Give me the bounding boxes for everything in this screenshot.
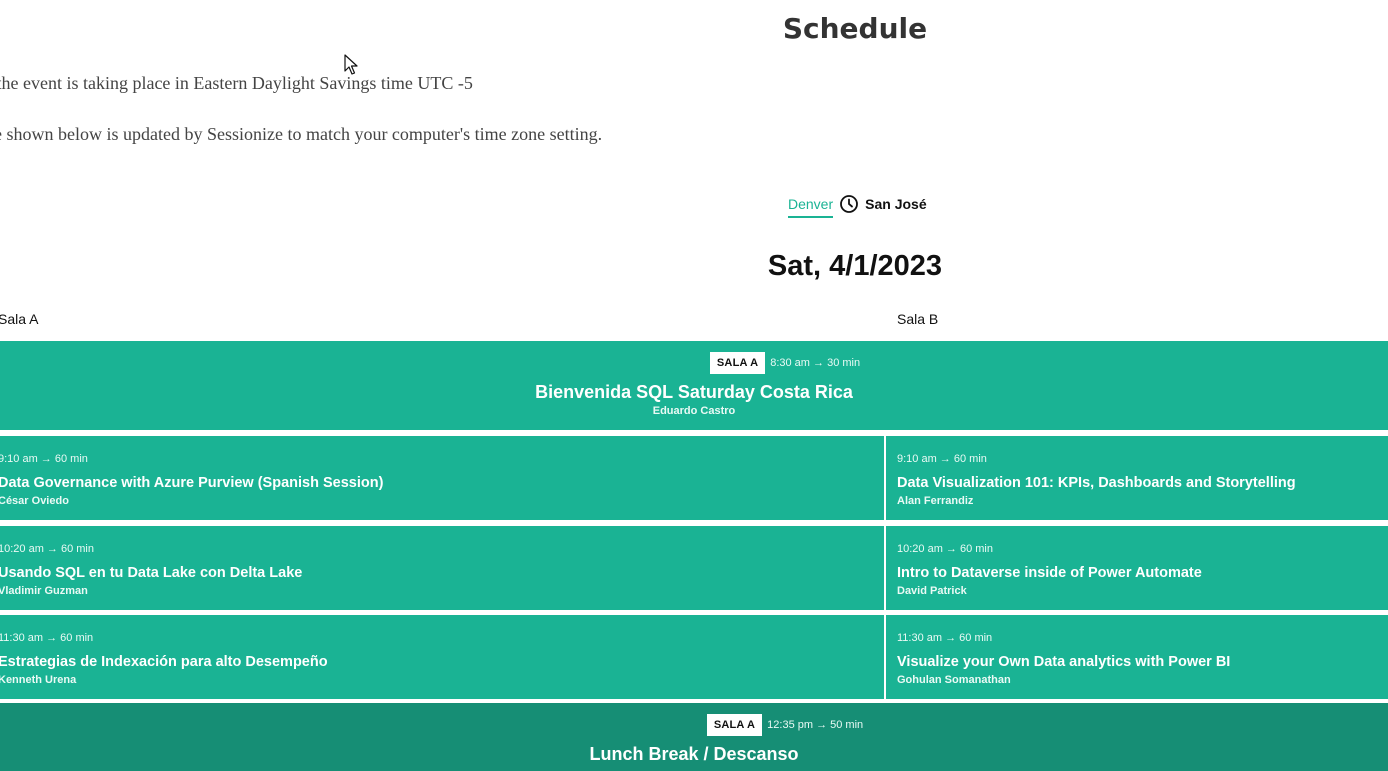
- session-title: Intro to Dataverse inside of Power Autom…: [897, 565, 1202, 581]
- session-b1[interactable]: 9:10 am → 60 min Data Visualization 101:…: [886, 436, 1388, 520]
- room-badge: SALA A: [706, 714, 763, 736]
- timezone-switch: Denver San José: [788, 190, 927, 218]
- page-title: Schedule: [782, 12, 928, 45]
- session-title: Visualize your Own Data analytics with P…: [897, 654, 1231, 670]
- timezone-event-tab[interactable]: San José: [865, 196, 926, 212]
- mouse-cursor-icon: [344, 54, 358, 75]
- session-meta-row: SALA A 12:35 pm → 50 min: [91, 714, 1388, 736]
- room-header-a: Sala A: [0, 311, 39, 327]
- session-time: 11:30 am → 60 min: [0, 632, 94, 644]
- session-a3[interactable]: 11:30 am → 60 min Estrategias de Indexac…: [0, 615, 884, 699]
- session-time: 10:20 am → 60 min: [0, 543, 94, 555]
- session-speaker[interactable]: David Patrick: [897, 585, 967, 597]
- session-time: 9:10 am → 60 min: [897, 453, 987, 465]
- session-b2[interactable]: 10:20 am → 60 min Intro to Dataverse ins…: [886, 526, 1388, 610]
- session-title: Estrategias de Indexación para alto Dese…: [0, 654, 328, 670]
- day-heading: Sat, 4/1/2023: [767, 250, 943, 282]
- session-b3[interactable]: 11:30 am → 60 min Visualize your Own Dat…: [886, 615, 1388, 699]
- session-time: 8:30 am → 30 min: [770, 357, 861, 369]
- session-title: Data Visualization 101: KPIs, Dashboards…: [897, 475, 1296, 491]
- timezone-local-tab[interactable]: Denver: [788, 196, 834, 218]
- session-speaker[interactable]: Eduardo Castro: [191, 405, 1197, 417]
- session-speaker[interactable]: Gohulan Somanathan: [897, 674, 1011, 686]
- session-time: 9:10 am → 60 min: [0, 453, 88, 465]
- session-lunch[interactable]: SALA A 12:35 pm → 50 min Lunch Break / D…: [0, 703, 1388, 771]
- session-a2[interactable]: 10:20 am → 60 min Usando SQL en tu Data …: [0, 526, 884, 610]
- session-welcome[interactable]: SALA A 8:30 am → 30 min Bienvenida SQL S…: [0, 341, 1388, 430]
- session-speaker[interactable]: Alan Ferrandiz: [897, 495, 973, 507]
- session-time: 10:20 am → 60 min: [897, 543, 993, 555]
- session-speaker[interactable]: Kenneth Urena: [0, 674, 76, 686]
- session-a1[interactable]: 9:10 am → 60 min Data Governance with Az…: [0, 436, 884, 520]
- session-title: Data Governance with Azure Purview (Span…: [0, 475, 384, 491]
- session-title: Bienvenida SQL Saturday Costa Rica: [535, 382, 853, 402]
- session-time: 12:35 pm → 50 min: [767, 719, 864, 731]
- session-speaker[interactable]: César Oviedo: [0, 495, 69, 507]
- session-title: Lunch Break / Descanso: [589, 744, 799, 764]
- timezone-note: e the event is taking place in Eastern D…: [0, 73, 473, 93]
- room-header-b: Sala B: [897, 311, 939, 327]
- clock-icon[interactable]: [839, 194, 859, 214]
- session-speaker[interactable]: Vladimir Guzman: [0, 585, 88, 597]
- session-meta-row: SALA A 8:30 am → 30 min: [91, 352, 1388, 374]
- session-title: Usando SQL en tu Data Lake con Delta Lak…: [0, 565, 303, 581]
- room-badge: SALA A: [709, 352, 766, 374]
- sessionize-note: ule shown below is updated by Sessionize…: [0, 124, 603, 144]
- session-time: 11:30 am → 60 min: [897, 632, 993, 644]
